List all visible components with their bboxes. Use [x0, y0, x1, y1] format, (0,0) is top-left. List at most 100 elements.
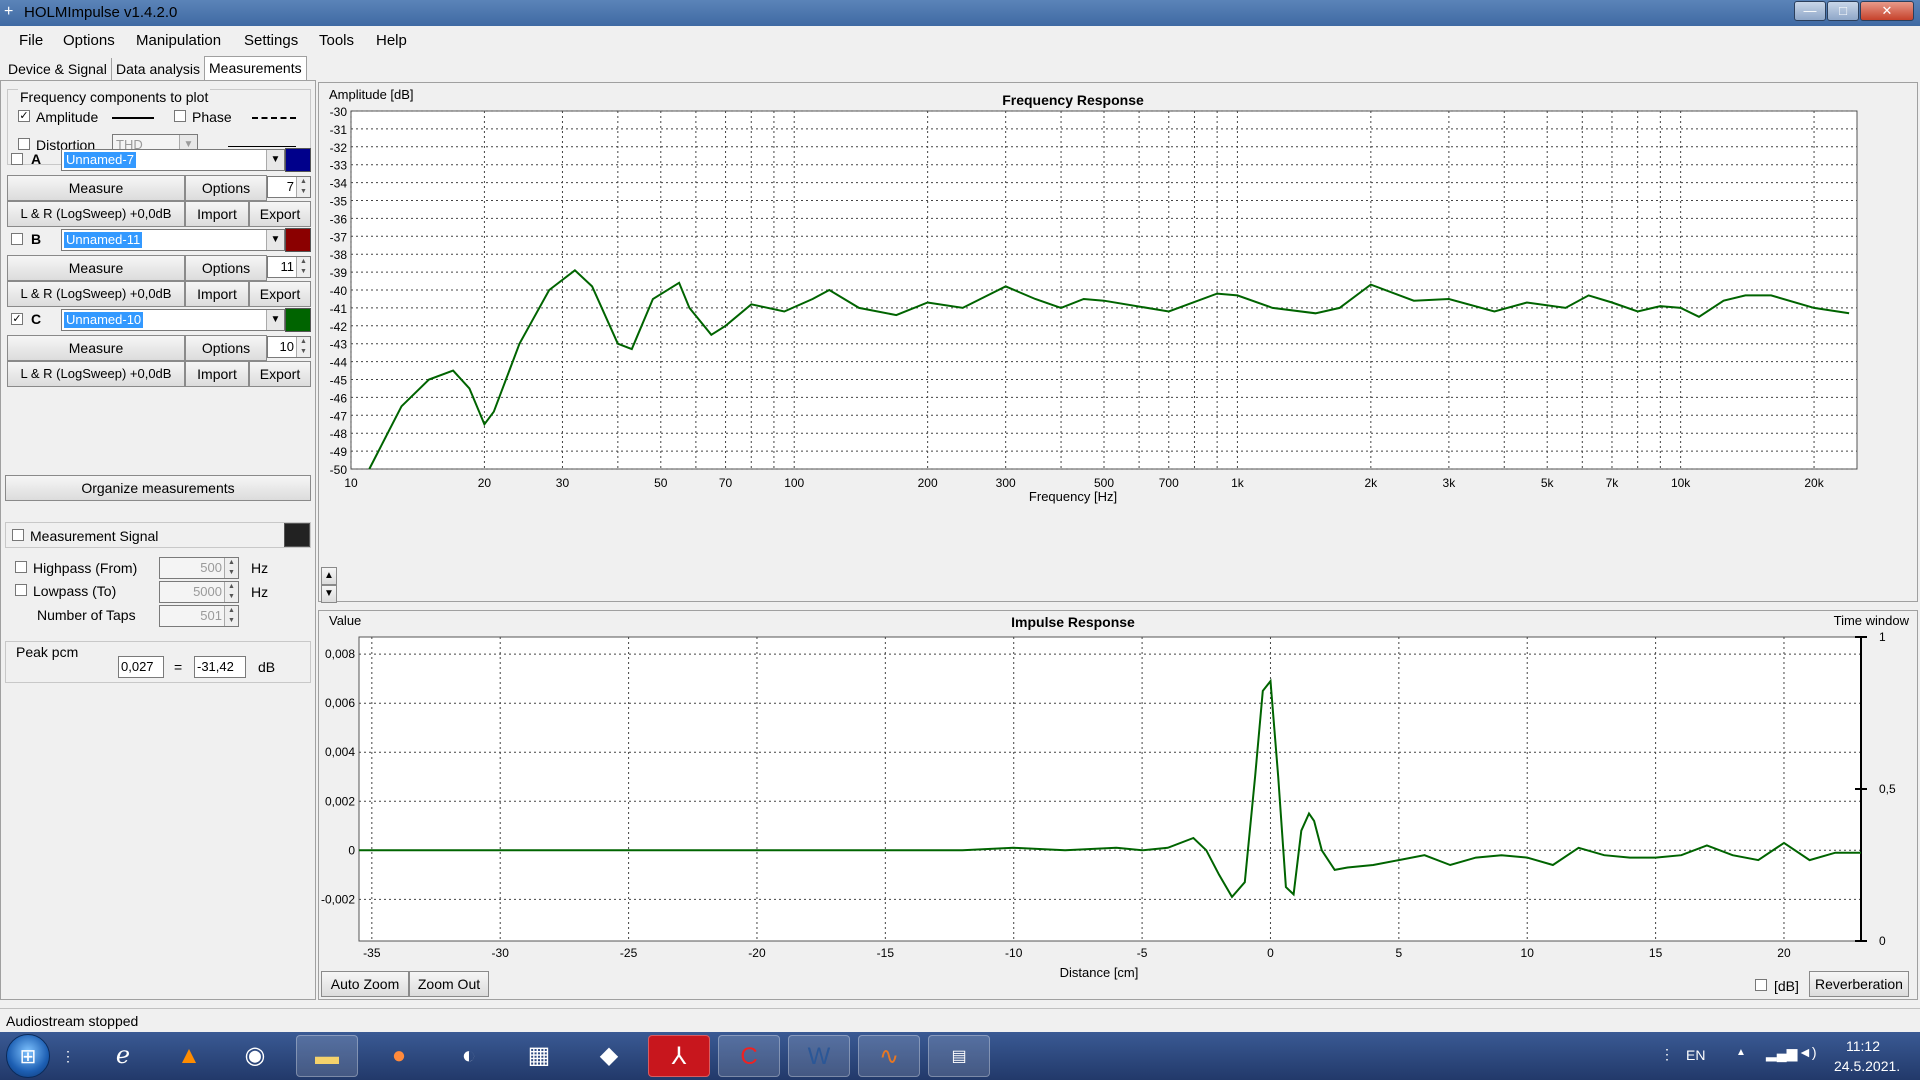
organize-measurements-button[interactable]: Organize measurements	[5, 475, 311, 501]
spinner-icon[interactable]: ▲ ▼	[296, 337, 310, 357]
phase-checkbox[interactable]	[174, 110, 186, 122]
zoom-out-button[interactable]: Zoom Out	[409, 971, 489, 997]
export-button[interactable]: Export	[249, 281, 311, 307]
menu-manipulation[interactable]: Manipulation	[136, 32, 221, 49]
export-button[interactable]: Export	[249, 201, 311, 227]
measurement-enable-checkbox[interactable]: ✓	[11, 313, 23, 325]
imp-x-tick-label: 0	[1267, 946, 1274, 960]
measure-button[interactable]: Measure	[7, 255, 185, 281]
freq-y-tick-label: -40	[330, 284, 348, 298]
import-button[interactable]: Import	[185, 201, 249, 227]
impulse-response-chart[interactable]: -35 -30 -25 -20 -15 -10 -5 0 5 10 15 200,0080,0060,…	[319, 611, 1917, 999]
holmimpulse-icon[interactable]: ▤	[928, 1035, 990, 1077]
firefox-icon[interactable]: ●	[368, 1035, 430, 1077]
close-button[interactable]: ✕	[1860, 1, 1914, 21]
menu-tools[interactable]: Tools	[319, 32, 354, 49]
maximize-button[interactable]: □	[1827, 1, 1859, 21]
measurement-enable-checkbox[interactable]	[11, 153, 23, 165]
highpass-input[interactable]: 500 ▲ ▼	[159, 557, 239, 579]
measurement-name-select[interactable]: Unnamed-11 ▼	[61, 229, 285, 251]
frequency-response-panel: -30 -31 -32 -33 -34 -35 -36 -37 -38 -39 -40 -41 -42 -…	[318, 82, 1918, 603]
explorer-icon[interactable]: ▬	[296, 1035, 358, 1077]
spinner-icon[interactable]: ▲ ▼	[296, 257, 310, 277]
tab-measurements[interactable]: Measurements	[204, 56, 307, 80]
taps-input[interactable]: 501 ▲ ▼	[159, 605, 239, 627]
options-button[interactable]: Options	[185, 255, 267, 281]
scroll-down-button[interactable]: ▼	[321, 585, 337, 603]
freq-y-axis-label: Amplitude [dB]	[329, 87, 414, 102]
freq-y-tick-label: -39	[330, 266, 348, 280]
measurement-color-swatch[interactable]	[285, 148, 311, 172]
signal-info-label[interactable]: L & R (LogSweep) +0,0dB	[7, 361, 185, 387]
measurement-color-swatch[interactable]	[285, 308, 311, 332]
measurement-name-select[interactable]: Unnamed-7 ▼	[61, 149, 285, 171]
options-button[interactable]: Options	[185, 175, 267, 201]
calculator-icon[interactable]: ▦	[508, 1035, 570, 1077]
measurement-signal-color[interactable]	[284, 523, 310, 547]
reverberation-button[interactable]: Reverberation	[1809, 971, 1909, 997]
vlc-icon[interactable]: ▲	[158, 1035, 220, 1077]
clock-time[interactable]: 11:12	[1846, 1038, 1880, 1054]
measurement-color-swatch[interactable]	[285, 228, 311, 252]
minimize-button[interactable]: —	[1794, 1, 1826, 21]
signal-info-label[interactable]: L & R (LogSweep) +0,0dB	[7, 201, 185, 227]
grip-icon[interactable]: ⋮	[60, 1035, 76, 1077]
tab-data-analysis[interactable]: Data analysis	[112, 58, 206, 80]
app-icon[interactable]: ◆	[578, 1035, 640, 1077]
ie-icon[interactable]: ℯ	[92, 1035, 154, 1077]
amplitude-label: Amplitude	[36, 109, 99, 125]
chrome-icon[interactable]: ◉	[224, 1035, 286, 1077]
filter-group: Highpass (From) 500 ▲ ▼ Hz Lowpass (To) 50…	[5, 553, 311, 633]
menu-options[interactable]: Options	[63, 32, 115, 49]
imp-x-tick-label: -30	[492, 946, 510, 960]
ccleaner-icon[interactable]: C	[718, 1035, 780, 1077]
db-unit-label: dB	[258, 659, 276, 675]
measurement-signal-checkbox[interactable]	[12, 529, 24, 541]
menu-settings[interactable]: Settings	[244, 32, 298, 49]
menu-file[interactable]: File	[19, 32, 43, 49]
freq-plot-area: -30 -31 -32 -33 -34 -35 -36 -37 -38 -39 -40 -41 -42 -…	[330, 105, 1858, 490]
frequency-response-chart[interactable]: -30 -31 -32 -33 -34 -35 -36 -37 -38 -39 -40 -41 -42 -…	[319, 83, 1917, 601]
import-button[interactable]: Import	[185, 361, 249, 387]
measure-button[interactable]: Measure	[7, 335, 185, 361]
export-button[interactable]: Export	[249, 361, 311, 387]
tray-expand-icon[interactable]: ▲	[1736, 1047, 1746, 1058]
scroll-up-button[interactable]: ▲	[321, 567, 337, 585]
measure-button[interactable]: Measure	[7, 175, 185, 201]
measurement-letter: A	[31, 151, 42, 167]
spinner-icon[interactable]: ▲ ▼	[224, 606, 238, 626]
measurement-name-select[interactable]: Unnamed-10 ▼	[61, 309, 285, 331]
options-button[interactable]: Options	[185, 335, 267, 361]
imp-chart-title: Impulse Response	[1011, 614, 1135, 630]
language-indicator[interactable]: EN	[1686, 1047, 1705, 1063]
paint-icon[interactable]: ◐	[438, 1035, 500, 1077]
highpass-checkbox[interactable]	[15, 561, 27, 573]
measurement-count-spinner[interactable]: 10 ▲ ▼	[267, 336, 311, 358]
volume-icon[interactable]: ◄)	[1798, 1044, 1817, 1060]
hz-label: Hz	[251, 584, 269, 600]
lowpass-checkbox[interactable]	[15, 584, 27, 596]
network-icon[interactable]: ▂▄▆	[1766, 1045, 1797, 1062]
matlab-icon[interactable]: ∿	[858, 1035, 920, 1077]
tray-grip-icon[interactable]: ⋮	[1660, 1046, 1674, 1063]
measurement-count-spinner[interactable]: 7 ▲ ▼	[267, 176, 311, 198]
measurement-count-spinner[interactable]: 11 ▲ ▼	[267, 256, 311, 278]
acrobat-icon[interactable]: ⅄	[648, 1035, 710, 1077]
spinner-icon[interactable]: ▲ ▼	[224, 558, 238, 578]
spinner-icon[interactable]: ▲ ▼	[296, 177, 310, 197]
db-checkbox[interactable]	[1755, 979, 1767, 991]
import-button[interactable]: Import	[185, 281, 249, 307]
freq-x-axis-label: Frequency [Hz]	[1029, 489, 1117, 504]
tab-device-signal[interactable]: Device & Signal	[4, 58, 112, 80]
clock-date[interactable]: 24.5.2021.	[1834, 1058, 1900, 1074]
lowpass-input[interactable]: 5000 ▲ ▼	[159, 581, 239, 603]
amplitude-checkbox[interactable]: ✓	[18, 110, 30, 122]
menu-help[interactable]: Help	[376, 32, 407, 49]
word-icon[interactable]: W	[788, 1035, 850, 1077]
spinner-icon[interactable]: ▲ ▼	[224, 582, 238, 602]
measurement-enable-checkbox[interactable]	[11, 233, 23, 245]
auto-zoom-button[interactable]: Auto Zoom	[321, 971, 409, 997]
frequency-components-label: Frequency components to plot	[18, 89, 211, 105]
signal-info-label[interactable]: L & R (LogSweep) +0,0dB	[7, 281, 185, 307]
start-button[interactable]: ⊞	[6, 1034, 50, 1078]
